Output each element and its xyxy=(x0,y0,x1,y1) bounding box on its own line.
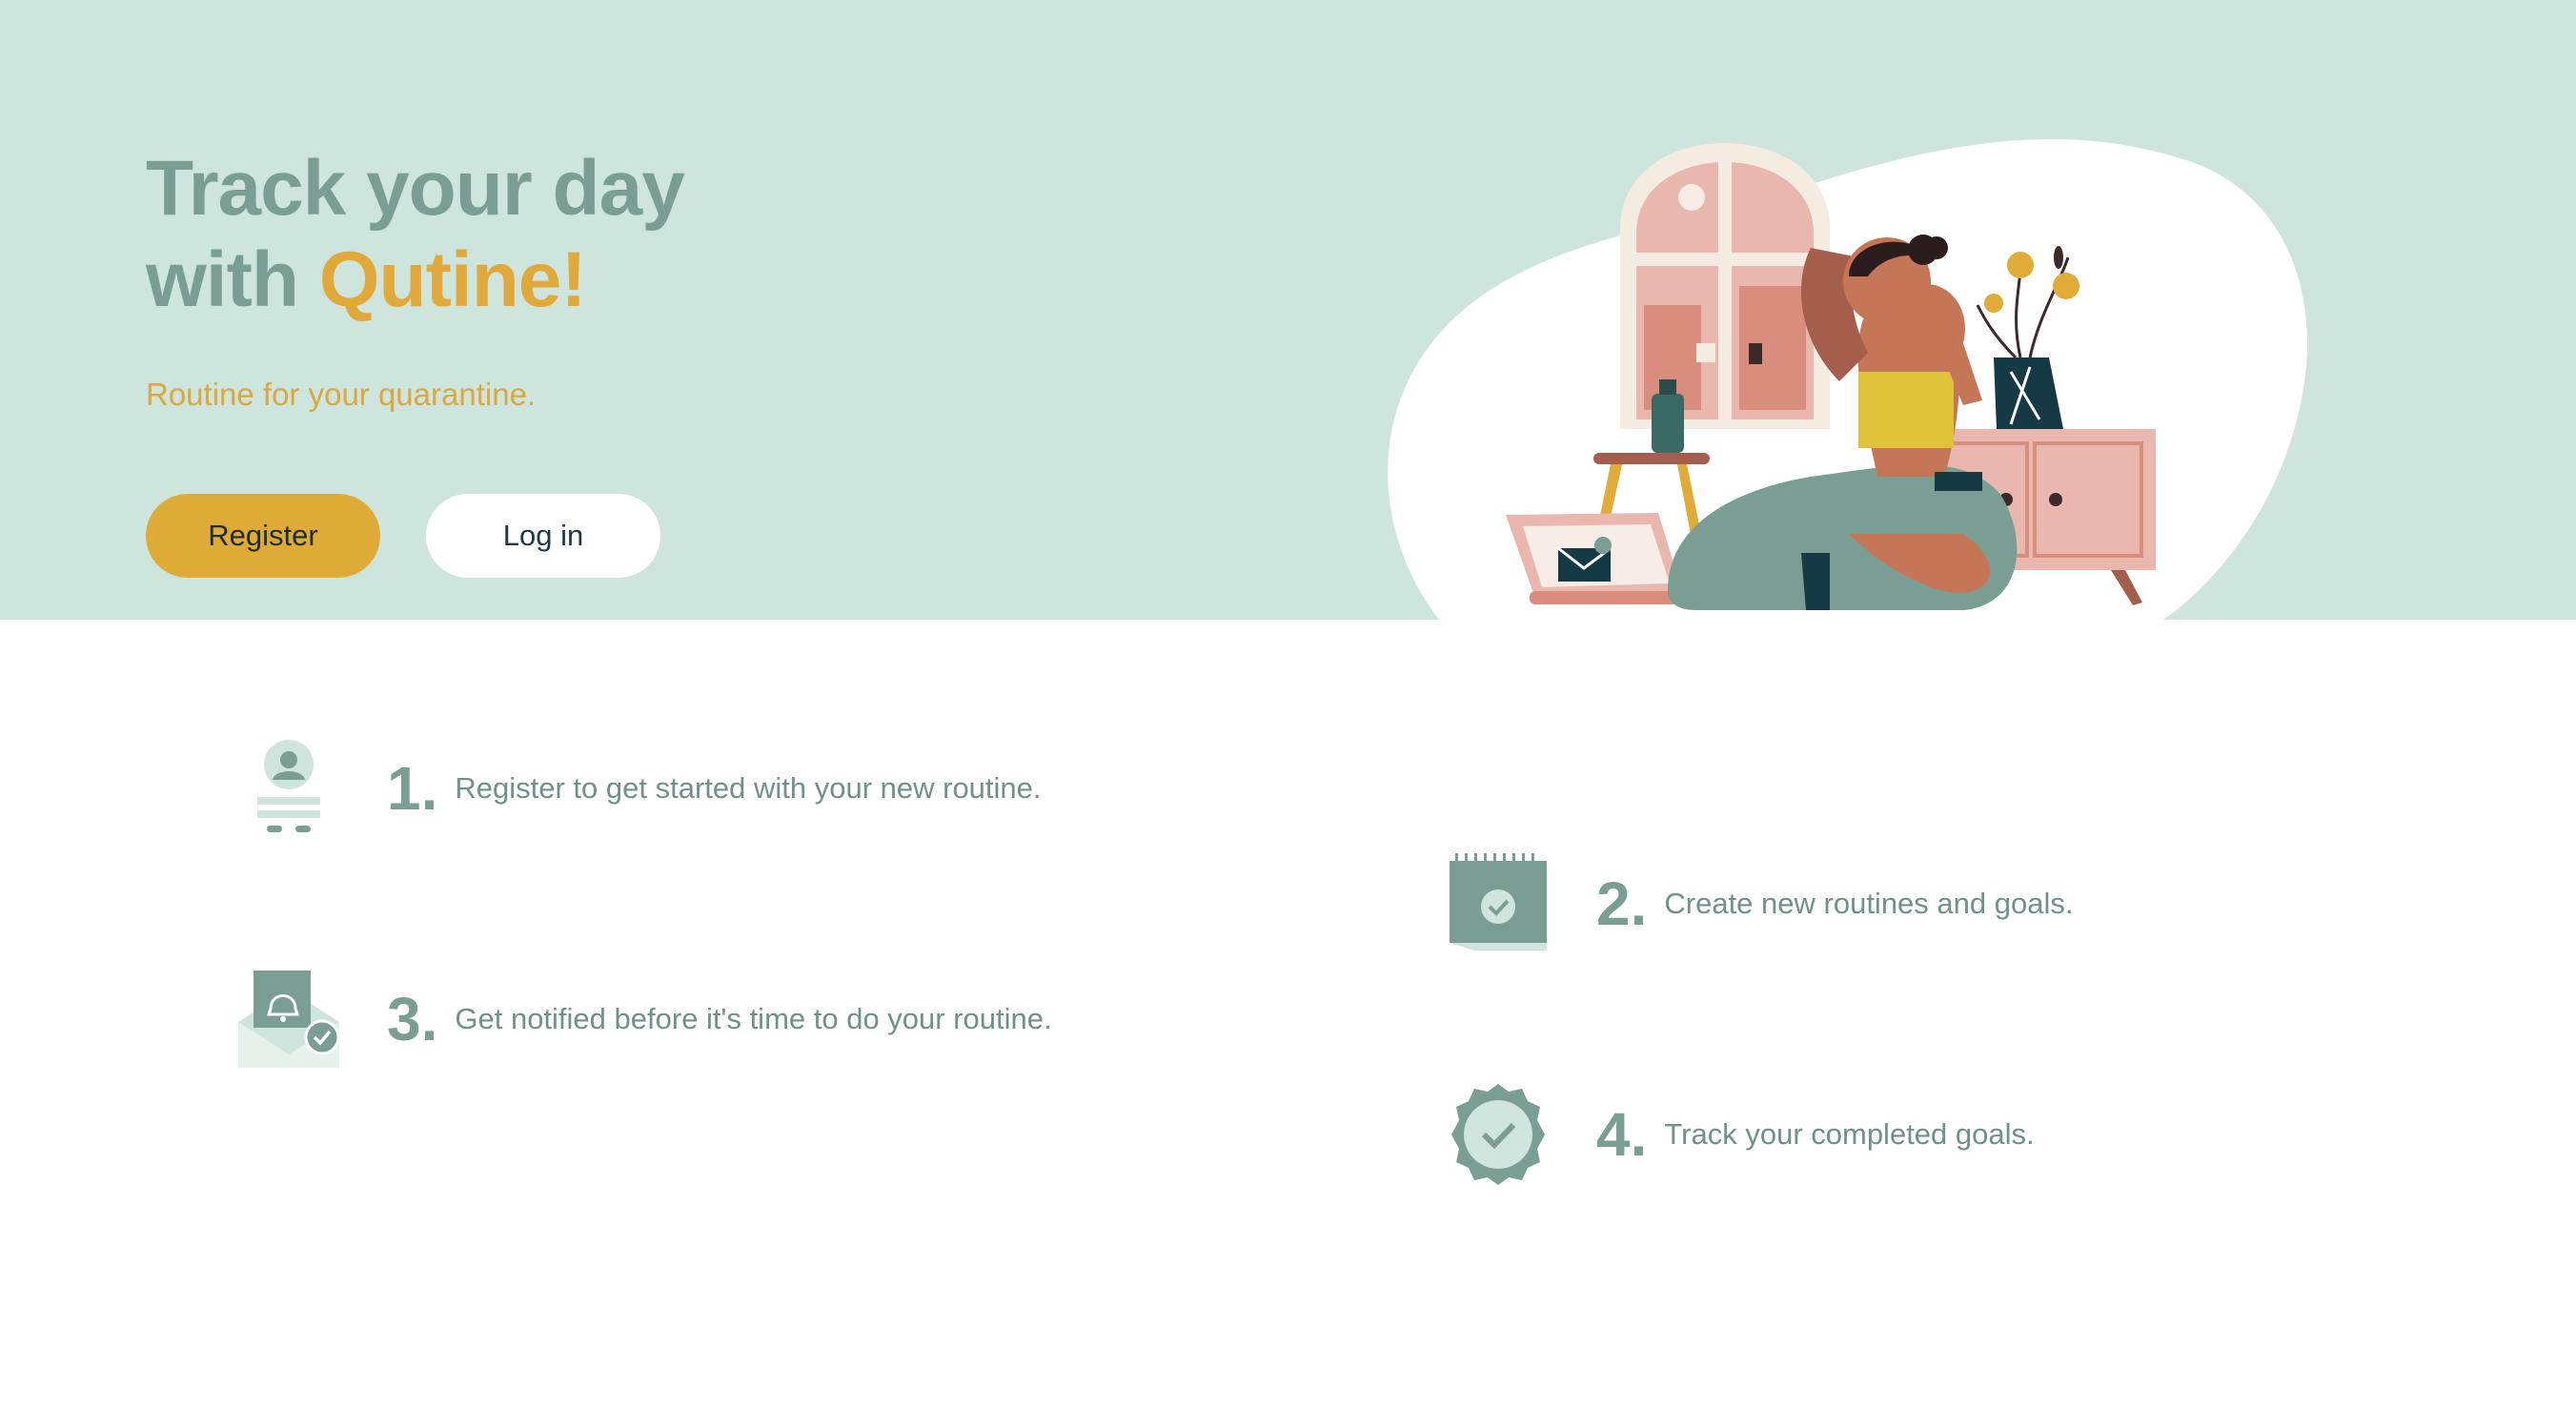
hero-title: Track your day with Qutine! xyxy=(146,143,685,326)
hero-illustration xyxy=(1388,139,2307,620)
notification-envelope-icon xyxy=(238,971,340,1068)
hero-section: Track your day with Qutine! Routine for … xyxy=(0,0,2576,620)
calendar-check-icon xyxy=(1450,853,1547,950)
step-create-routines: 2. Create new routines and goals. xyxy=(1446,851,2073,956)
step-number: 3. xyxy=(387,985,438,1053)
user-profile-icon xyxy=(257,740,320,832)
hero-title-line-2: with Qutine! xyxy=(146,235,684,326)
step-register: 1. Register to get started with your new… xyxy=(236,736,1042,841)
window-illustration xyxy=(1620,143,1830,429)
hero-title-line-1: Track your day xyxy=(146,145,685,232)
step-track-goals: 4. Track your completed goals. xyxy=(1446,1082,2035,1187)
steps-section: 1. Register to get started with your new… xyxy=(0,620,2576,1410)
step-number: 1. xyxy=(387,754,438,823)
step-text: Track your completed goals. xyxy=(1664,1117,2035,1151)
step-text: Create new routines and goals. xyxy=(1664,887,2074,920)
step-number: 4. xyxy=(1596,1100,1648,1169)
step-get-notified: 3. Get notified before it's time to do y… xyxy=(236,967,1052,1072)
step-number: 2. xyxy=(1596,869,1648,938)
hero-title-prefix: with xyxy=(146,236,319,323)
register-button[interactable]: Register xyxy=(146,494,380,578)
login-button[interactable]: Log in xyxy=(426,494,660,578)
step-text: Get notified before it's time to do your… xyxy=(455,1002,1052,1035)
badge-check-icon xyxy=(1451,1084,1545,1185)
hero-subtitle: Routine for your quarantine. xyxy=(146,377,537,412)
brand-name: Qutine! xyxy=(318,236,587,323)
step-text: Register to get started with your new ro… xyxy=(455,771,1042,805)
